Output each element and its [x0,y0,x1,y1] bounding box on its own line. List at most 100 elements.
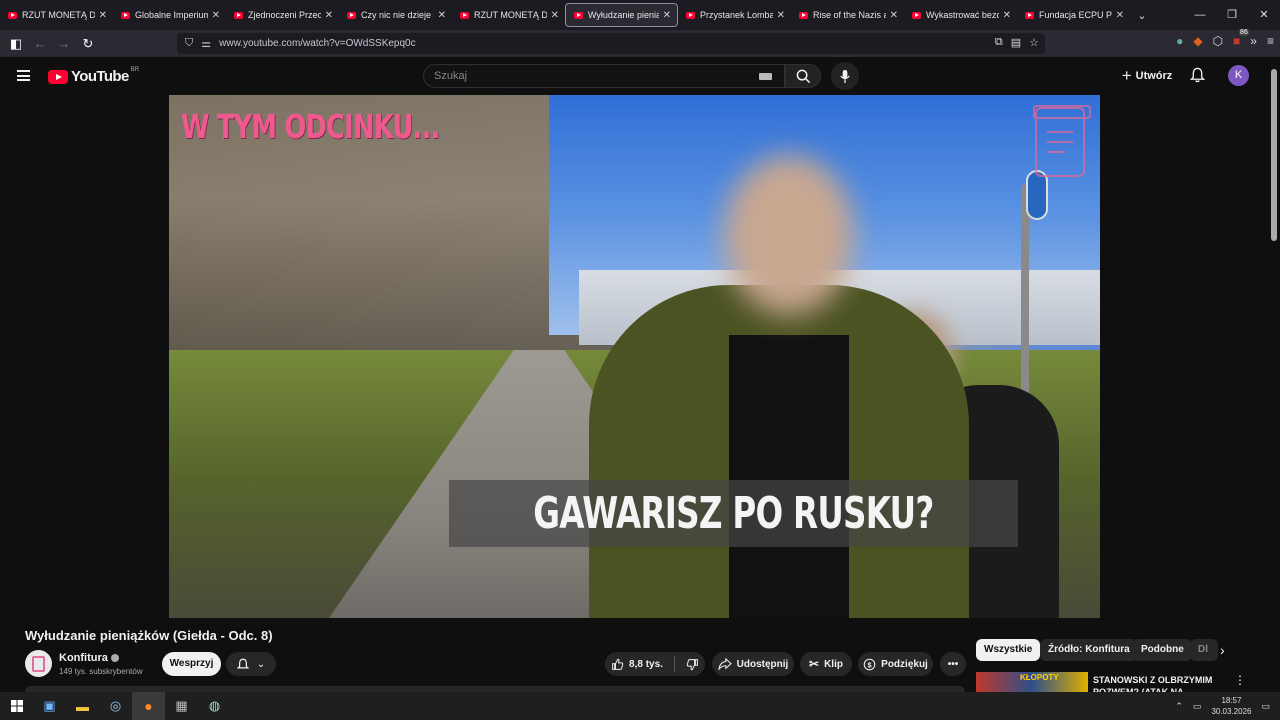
browser-tab[interactable]: Wyłudzanie pieniąż ✕ [565,3,678,27]
this-pc-icon[interactable]: ▣ [33,692,66,720]
reload-button[interactable]: ↻ [76,36,100,52]
browser-tab[interactable]: Czy nic nie dzieje się ✕ [339,3,452,27]
windows-start-icon[interactable] [0,692,33,720]
filter-chip[interactable]: Wszystkie [976,639,1041,661]
firefox-icon[interactable]: ● [132,692,165,720]
channel-avatar[interactable] [25,650,52,677]
fox-extension-icon[interactable]: ◆ [1193,34,1202,48]
thumbs-up-icon[interactable] [611,658,624,671]
chevron-right-icon[interactable]: › [1220,642,1225,658]
youtube-logo[interactable]: YouTube BR [48,66,140,85]
extensions-icon[interactable]: ⬡ [1213,34,1223,48]
network-icon[interactable]: ▭ [1193,701,1202,712]
browser-tab[interactable]: Przystanek Lombard ✕ [678,3,791,27]
shield-icon[interactable]: ⛉ [185,37,193,50]
close-tab-icon[interactable]: ✕ [325,10,333,21]
thanks-button[interactable]: $ Podziękuj [858,652,933,676]
permissions-icon[interactable]: ⚌ [201,37,211,50]
more-tools-icon[interactable]: » [1250,34,1257,48]
app-menu-icon[interactable]: ≡ [1267,34,1274,48]
close-tab-icon[interactable]: ✕ [438,10,446,21]
bookmark-star-icon[interactable]: ☆ [1029,36,1039,49]
list-all-tabs-icon[interactable]: ⌄ [1130,9,1154,22]
back-button[interactable]: ← [28,36,52,51]
account-avatar[interactable]: K [1228,65,1249,86]
file-explorer-icon[interactable]: ▬ [66,692,99,720]
search-icon [796,69,810,83]
reader-view-icon[interactable]: ▤ [1011,36,1021,49]
search-input[interactable]: Szukaj [423,64,785,88]
tab-label: Wykastrować bezdom [926,10,999,20]
chevron-up-icon[interactable]: ⌃ [1175,701,1183,712]
filter-chip[interactable]: Źródło: Konfitura [1040,639,1138,661]
minimize-button[interactable]: — [1184,0,1216,30]
video-frame-hoodie [729,335,849,618]
keyboard-icon[interactable] [759,73,772,80]
notifications-button[interactable] [1189,67,1206,88]
steam-icon[interactable]: ◎ [99,692,132,720]
like-count[interactable]: 8,8 tys. [629,659,663,670]
youtube-favicon-icon [460,11,469,19]
address-bar[interactable]: ⛉ ⚌ www.youtube.com/watch?v=OWdSSKepq0c … [177,33,1045,54]
restore-button[interactable]: ❐ [1216,0,1248,30]
close-window-button[interactable]: ✕ [1248,0,1280,30]
video-player[interactable]: W TYM ODCINKU... GAWARISZ PO RUSKU? [169,95,1100,618]
clip-button[interactable]: ✂ Klip [800,652,852,676]
search-placeholder: Szukaj [434,70,468,82]
notifications-icon[interactable]: ▭ [1261,701,1270,712]
tab-label: RZUT MONETĄ DECY [474,10,547,20]
youtube-favicon-icon [347,11,356,19]
share-button[interactable]: Udostępnij [712,652,794,676]
close-tab-icon[interactable]: ✕ [777,10,785,21]
subscription-bell-button[interactable]: ⌄ [226,652,276,676]
calculator-icon[interactable]: ▦ [165,692,198,720]
browser-tab[interactable]: Rise of the Nazis and ✕ [791,3,904,27]
browser-tab[interactable]: Fundacja ECPU Polsk ✕ [1017,3,1130,27]
close-tab-icon[interactable]: ✕ [212,10,220,21]
ublock-icon[interactable]: ■ 86 [1233,29,1249,48]
youtube-favicon-icon [234,11,243,19]
youtube-header: YouTube BR Szukaj + Utwórz K [0,57,1268,95]
voice-search-button[interactable] [831,62,859,90]
sidebar-toggle-icon[interactable]: ◧ [4,36,28,52]
close-tab-icon[interactable]: ✕ [663,10,671,21]
close-tab-icon[interactable]: ✕ [99,10,107,21]
tab-label: Rise of the Nazis and [813,10,886,20]
vpn-extension-icon[interactable]: ● [1176,34,1183,48]
filter-chip[interactable]: Dl [1190,639,1218,661]
browser-tab[interactable]: Zjednoczeni Przeciw ✕ [226,3,339,27]
picture-in-picture-icon[interactable]: ⧉ [995,36,1003,49]
create-button[interactable]: + Utwórz [1114,64,1180,88]
close-tab-icon[interactable]: ✕ [1116,10,1124,21]
browser-tab[interactable]: Globalne Imperium B ✕ [113,3,226,27]
tab-label: Zjednoczeni Przeciw [248,10,321,20]
search-button[interactable] [785,64,821,88]
scrollbar-thumb[interactable] [1271,69,1277,241]
clock-date: 30.03.2026 [1211,707,1252,716]
guide-menu-icon[interactable] [17,70,30,81]
filter-chip[interactable]: Podobne [1133,639,1192,661]
close-tab-icon[interactable]: ✕ [551,10,559,21]
support-button[interactable]: Wesprzyj [162,652,221,676]
extension-badge-count: 86 [1239,29,1249,36]
country-code: BR [130,66,140,73]
page-scrollbar[interactable] [1268,57,1280,692]
system-tray: ⌃ ▭ 18:57 30.03.2026 ▭ [1175,692,1270,720]
thumbs-down-icon[interactable] [686,658,699,671]
browser-tab[interactable]: RZUT MONETĄ DECY ✕ [452,3,565,27]
jar-logo-icon [1033,105,1091,177]
thumbnail-text: KŁOPOTY [1020,673,1059,682]
browser-tab[interactable]: Wykastrować bezdom ✕ [904,3,1017,27]
jar-icon [32,655,45,672]
close-tab-icon[interactable]: ✕ [1003,10,1011,21]
close-tab-icon[interactable]: ✕ [890,10,898,21]
recommendation-menu-icon[interactable]: ⋮ [1234,673,1246,687]
browser-tab[interactable]: RZUT MONETĄ DECY ✕ [0,3,113,27]
channel-name[interactable]: Konfitura [59,652,119,664]
forward-button[interactable]: → [52,36,76,51]
youtube-favicon-icon [121,11,130,19]
clock[interactable]: 18:57 30.03.2026 [1211,695,1251,717]
recommendation-thumbnail[interactable]: KŁOPOTY [976,672,1088,692]
app-globe-icon[interactable]: ◍ [198,692,231,720]
more-actions-button[interactable]: ••• [940,652,966,676]
